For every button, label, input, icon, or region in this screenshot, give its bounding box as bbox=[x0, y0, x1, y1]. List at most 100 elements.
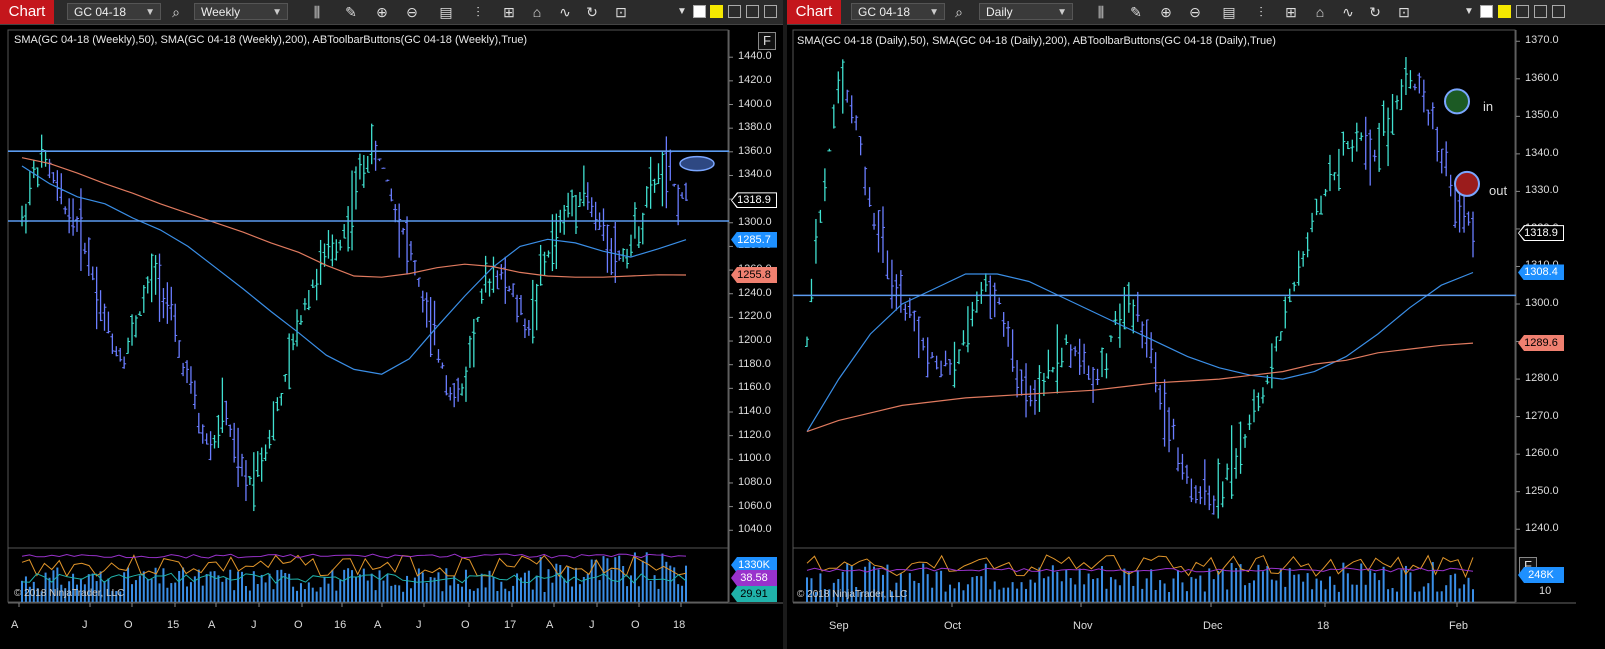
price-bar bbox=[181, 362, 186, 377]
price-bar bbox=[1350, 139, 1355, 162]
weekly-price-chart[interactable] bbox=[0, 0, 783, 649]
volume-bar bbox=[1418, 591, 1421, 602]
volume-bar bbox=[1168, 591, 1171, 602]
price-bar bbox=[684, 182, 688, 201]
price-bar bbox=[342, 224, 347, 239]
volume-bar bbox=[641, 560, 644, 602]
volume-bar bbox=[1016, 588, 1019, 602]
price-bar bbox=[169, 286, 174, 321]
volume-bar bbox=[669, 565, 672, 602]
price-bar bbox=[515, 294, 520, 323]
price-bar bbox=[1444, 141, 1449, 177]
volume-bar bbox=[1302, 581, 1305, 602]
price-bar bbox=[628, 234, 633, 257]
price-bar bbox=[934, 355, 939, 370]
price-tick-label: 1240.0 bbox=[738, 286, 772, 299]
volume-bar bbox=[618, 555, 621, 602]
volume-bar bbox=[154, 567, 157, 602]
volume-bar bbox=[174, 582, 177, 602]
price-bar bbox=[153, 255, 158, 295]
volume-bar bbox=[272, 589, 275, 602]
price-bar bbox=[1068, 344, 1073, 368]
price-bar bbox=[992, 282, 997, 318]
date-tick-label: A bbox=[208, 619, 216, 631]
volume-bar bbox=[1190, 577, 1193, 602]
volume-bar bbox=[953, 588, 956, 602]
price-bar bbox=[880, 206, 885, 263]
date-tick-label: 16 bbox=[334, 619, 347, 631]
price-bar bbox=[573, 194, 578, 234]
price-bar bbox=[1211, 495, 1216, 515]
price-tick-label: 1360.0 bbox=[738, 144, 772, 157]
volume-bar bbox=[217, 575, 220, 602]
price-bar bbox=[1010, 329, 1015, 372]
price-bar bbox=[1032, 379, 1037, 415]
f-button[interactable]: F bbox=[758, 32, 776, 50]
price-bar bbox=[114, 346, 119, 357]
price-bar bbox=[570, 189, 575, 217]
price-bar bbox=[424, 292, 429, 328]
volume-bar bbox=[201, 585, 204, 602]
price-bar bbox=[1135, 291, 1140, 322]
price-bar bbox=[1439, 148, 1444, 174]
price-bar bbox=[188, 366, 193, 394]
price-bar bbox=[1175, 447, 1180, 472]
volume-bar bbox=[913, 580, 916, 602]
volume-bar bbox=[1413, 591, 1416, 602]
volume-bar bbox=[1364, 584, 1367, 602]
volume-bar bbox=[166, 587, 169, 602]
volume-bar bbox=[1212, 579, 1215, 602]
price-bar bbox=[149, 253, 154, 303]
price-bar bbox=[82, 242, 87, 255]
volume-bar bbox=[378, 570, 381, 602]
price-bar bbox=[78, 188, 83, 271]
volume-bar bbox=[1445, 585, 1448, 602]
volume-bar bbox=[1328, 576, 1331, 602]
volume-bar bbox=[1101, 566, 1104, 602]
price-bar bbox=[118, 347, 123, 362]
volume-bar bbox=[1092, 579, 1095, 602]
price-bar bbox=[420, 290, 425, 313]
volume-bar bbox=[1467, 577, 1470, 602]
volume-bar bbox=[590, 559, 593, 602]
volume-bar bbox=[1217, 570, 1220, 602]
volume-bar bbox=[1409, 572, 1412, 602]
price-tick-label: 1420.0 bbox=[738, 73, 772, 86]
price-bar bbox=[858, 136, 863, 156]
price-bar bbox=[983, 273, 988, 292]
price-bar bbox=[208, 431, 213, 461]
volume-bar bbox=[1056, 571, 1059, 602]
date-tick-label: J bbox=[589, 619, 595, 631]
volume-bar bbox=[441, 591, 444, 602]
date-tick-label: 17 bbox=[504, 619, 517, 631]
volume-bar bbox=[280, 569, 283, 602]
volume-bar bbox=[437, 572, 440, 602]
volume-bar bbox=[162, 568, 165, 602]
date-tick-label: Nov bbox=[1073, 620, 1093, 632]
price-tick-label: 1160.0 bbox=[738, 381, 771, 394]
volume-bar bbox=[315, 591, 318, 602]
price-bar bbox=[1283, 296, 1288, 329]
volume-bar bbox=[370, 573, 373, 602]
volume-bar bbox=[527, 570, 530, 602]
price-bar bbox=[1131, 299, 1136, 334]
price-bar bbox=[827, 148, 832, 152]
price-bar bbox=[1260, 387, 1265, 404]
price-bar bbox=[822, 168, 827, 202]
price-bar bbox=[1269, 343, 1274, 389]
price-bar bbox=[1323, 188, 1328, 197]
volume-bar bbox=[1288, 568, 1291, 602]
volume-bar bbox=[1069, 578, 1072, 602]
volume-bar bbox=[417, 568, 420, 602]
price-bar bbox=[491, 256, 496, 293]
indicator-legend: SMA(GC 04-18 (Weekly),50), SMA(GC 04-18 … bbox=[14, 34, 528, 46]
price-bar bbox=[518, 295, 523, 316]
price-bar bbox=[668, 149, 673, 181]
volume-bar bbox=[1029, 579, 1032, 602]
price-bar bbox=[818, 209, 823, 223]
price-bar bbox=[126, 337, 131, 354]
volume-bar bbox=[571, 586, 574, 602]
daily-price-chart[interactable] bbox=[787, 0, 1605, 649]
price-bar bbox=[538, 244, 543, 286]
price-bar bbox=[51, 172, 56, 184]
